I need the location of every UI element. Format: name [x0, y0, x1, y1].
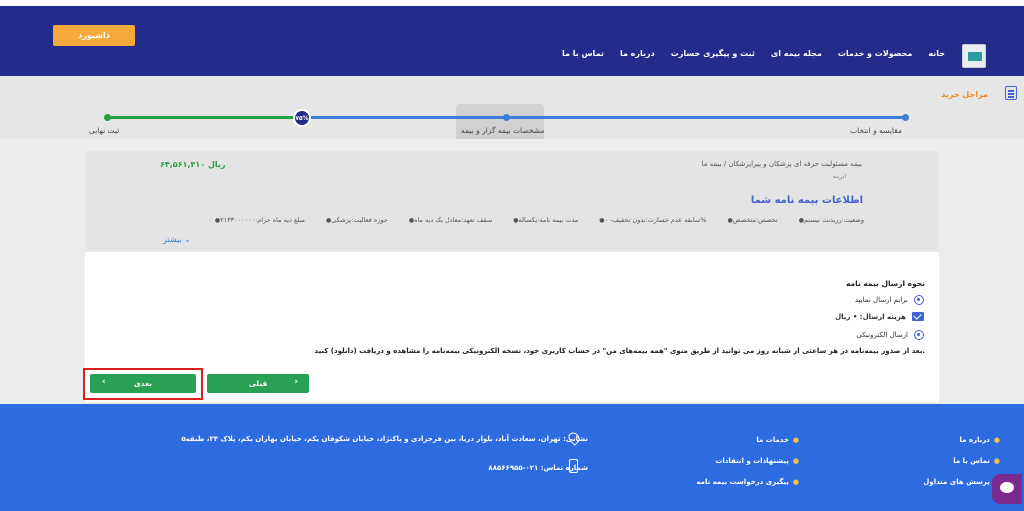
- steps-title: مراحل خرید: [941, 90, 988, 99]
- step-label-final: ثبت نهایی: [89, 126, 120, 135]
- footer-link-feedback[interactable]: پیشنهادات و انتقادات: [696, 457, 789, 465]
- policy-info-title: اطلاعات بیمه نامه شما: [750, 195, 863, 206]
- footer-links-2: خدمات ما پیشنهادات و انتقادات پیگیری درخ…: [696, 436, 789, 499]
- chevron-right-icon: ›: [294, 377, 298, 387]
- step-label-compare: مقایسه و انتخاب: [850, 126, 902, 135]
- main-nav: خانه محصولات و خدمات مجله بیمه ای ثبت و …: [562, 49, 945, 58]
- radio-post[interactable]: [914, 295, 924, 305]
- delivery-cost: هزینه ارسال: • ریال: [835, 312, 924, 321]
- policy-attributes: وضعیت:رزیدنت نیستم تخصص:متخصص سابقه عدم …: [212, 216, 864, 224]
- nav-claims[interactable]: ثبت و پیگیری خسارت: [671, 49, 755, 58]
- more-link[interactable]: بیشتر ⌄: [163, 235, 191, 244]
- more-label: بیشتر: [163, 235, 182, 244]
- progress-indicator: ۷۵%: [293, 109, 311, 127]
- nav-about[interactable]: درباره ما: [620, 49, 655, 58]
- footer-address: نشانی: تهران، سعادت آباد، بلوار دریا، بی…: [181, 435, 588, 443]
- nav-magazine[interactable]: مجله بیمه ای: [771, 49, 822, 58]
- policy-price: ۶۴,۵۶۱,۳۱۰ ریال: [160, 160, 226, 169]
- mail-icon: [912, 312, 924, 321]
- prev-button[interactable]: › قبلی: [207, 374, 309, 393]
- radio-electronic[interactable]: [914, 330, 924, 340]
- nav-home[interactable]: خانه: [928, 49, 945, 58]
- nav-products[interactable]: محصولات و خدمات: [838, 49, 913, 58]
- dashboard-button[interactable]: داشبورد: [53, 25, 135, 46]
- footer-phone: شماره تماس: ۰۲۱-۸۸۵۶۶۹۵۵: [488, 464, 588, 472]
- progress-line-pending: [107, 116, 302, 119]
- option-electronic-label: ارسال الکترونیکی: [856, 331, 908, 339]
- progress-line-done: [302, 116, 905, 119]
- attr-coverage: سقف تعهد:معادل یک دیه ماه: [406, 216, 492, 224]
- attr-status: وضعیت:رزیدنت نیستم: [796, 216, 864, 224]
- chevron-down-icon: ⌄: [184, 235, 191, 244]
- breadcrumb: بیمه مسئولیت حرفه ای پزشکان و پیراپزشکان…: [701, 160, 862, 168]
- footer-link-faq[interactable]: پرسش های متداول: [923, 478, 990, 486]
- step-dot-details: [503, 114, 510, 121]
- step-dot-compare: [902, 114, 909, 121]
- step-label-details: مشخصات بیمه گزار و بیمه: [461, 126, 545, 135]
- attr-duration: مدت بیمه نامه:یکساله: [510, 216, 579, 224]
- delivery-cost-label: هزینه ارسال: • ریال: [835, 312, 906, 321]
- attr-specialty: تخصص:متخصص: [725, 216, 778, 224]
- site-footer: [0, 404, 1024, 511]
- clipboard-icon: [1005, 86, 1017, 100]
- attr-field: حوزه فعالیت:پزشکی: [323, 216, 388, 224]
- attr-blood-money: مبلغ دیه ماه حرام:۲۱۳۳۰۰۰۰۰۰: [212, 216, 305, 224]
- delivery-option-post[interactable]: برایم ارسال نمایید: [855, 295, 924, 305]
- attr-no-claim: سابقه عدم خسارت:بدون تخفیف- ۰%: [596, 216, 707, 224]
- footer-link-about[interactable]: درباره ما: [923, 436, 990, 444]
- site-logo[interactable]: [962, 44, 986, 68]
- insurer-label: ایرینه: [832, 173, 846, 180]
- footer-link-contact[interactable]: تماس با ما: [923, 457, 990, 465]
- prev-label: قبلی: [248, 379, 268, 388]
- step-dot-final: [104, 114, 111, 121]
- footer-link-services[interactable]: خدمات ما: [696, 436, 789, 444]
- site-header: داشبورد خانه محصولات و خدمات مجله بیمه ا…: [0, 6, 1024, 76]
- delivery-option-electronic[interactable]: ارسال الکترونیکی: [856, 330, 924, 340]
- delivery-title: نحوه ارسال بیمه نامه: [845, 279, 925, 288]
- delivery-note: بعد از صدور بیمه‌نامه در هر ساعتی از شبا…: [314, 347, 925, 355]
- footer-links-1: درباره ما تماس با ما پرسش های متداول: [923, 436, 990, 499]
- nav-contact[interactable]: تماس با ما: [562, 49, 604, 58]
- next-button-highlight: [83, 368, 203, 400]
- footer-link-track[interactable]: پیگیری درخواست بیمه نامه: [696, 478, 789, 486]
- option-post-label: برایم ارسال نمایید: [854, 296, 908, 304]
- chat-icon[interactable]: [992, 474, 1022, 504]
